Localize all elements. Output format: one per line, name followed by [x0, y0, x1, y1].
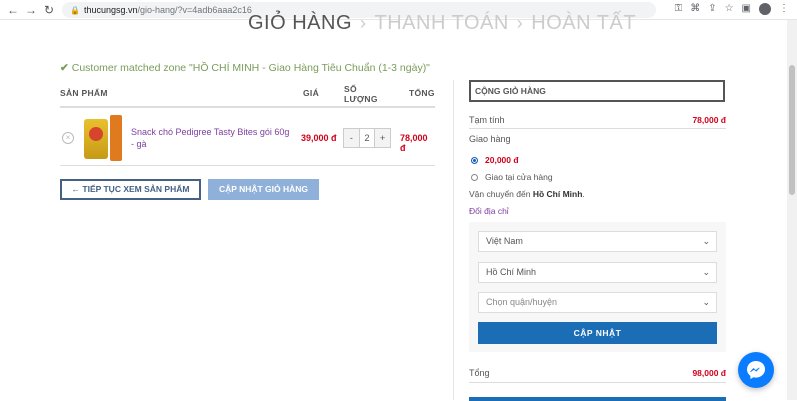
translate-icon[interactable]: ⌘	[690, 3, 700, 15]
notice-text: Customer matched zone "HỒ CHÍ MINH - Gia…	[71, 62, 430, 74]
qty-plus-button[interactable]: +	[375, 129, 391, 147]
chevron-down-icon: ⌄	[702, 236, 710, 246]
chevron-down-icon: ⌄	[702, 267, 710, 277]
divider	[469, 128, 726, 129]
chevron-down-icon: ⌄	[702, 297, 710, 307]
shipping-option-label: Giao tại cửa hàng	[485, 172, 553, 182]
checkout-steps: GIỎ HÀNG › THANH TOÁN › HOÀN TẤT	[248, 12, 636, 35]
update-shipping-button[interactable]: CẬP NHẬT	[478, 322, 717, 344]
order-total-value: 98,000 đ	[692, 368, 726, 378]
shipping-option-label: 20,000 đ	[485, 155, 519, 165]
shipping-option-standard[interactable]: 20,000 đ	[471, 155, 519, 165]
province-select[interactable]: Hồ Chí Minh ⌄	[478, 262, 717, 283]
province-value: Hồ Chí Minh	[486, 267, 537, 277]
step-cart[interactable]: GIỎ HÀNG	[248, 12, 352, 34]
shipping-label: Giao hàng	[469, 134, 511, 144]
district-select[interactable]: Chọn quận/huyện ⌄	[478, 292, 717, 313]
cart-totals-title: CỘNG GIỎ HÀNG	[469, 80, 725, 102]
back-icon[interactable]: ←	[4, 3, 22, 17]
subtotal-label: Tạm tính	[469, 115, 505, 125]
menu-icon[interactable]: ⋮	[779, 3, 789, 15]
header-price: GIÁ	[303, 88, 320, 98]
step-separator: ›	[516, 13, 524, 33]
header-qty-line1: SỐ	[344, 84, 357, 94]
url-path: /gio-hang/?v=4adb6aaa2c16	[137, 5, 252, 15]
page-scrollbar[interactable]	[787, 20, 797, 400]
profile-avatar[interactable]	[759, 3, 771, 15]
order-total-row: Tổng 98,000 đ	[469, 368, 726, 378]
remove-item-button[interactable]: ×	[62, 132, 74, 144]
header-total: TỔNG	[409, 88, 435, 98]
lock-icon: 🔒	[70, 5, 80, 15]
forward-icon[interactable]: →	[22, 3, 40, 17]
district-placeholder: Chọn quận/huyện	[486, 297, 558, 307]
step-checkout[interactable]: THANH TOÁN	[375, 12, 509, 34]
subtotal-row: Tạm tính 78,000 đ	[469, 115, 726, 125]
item-price: 39,000 đ	[301, 133, 337, 143]
country-value: Việt Nam	[486, 236, 523, 246]
star-icon[interactable]: ☆	[725, 3, 734, 15]
continue-shopping-button[interactable]: ← TIẾP TỤC XEM SẢN PHẨM	[60, 179, 201, 200]
sidebar-icon[interactable]: ▣	[742, 3, 751, 15]
column-divider	[453, 80, 454, 400]
qty-input[interactable]: 2	[358, 129, 376, 147]
radio-unselected[interactable]	[471, 174, 478, 181]
cart-table-header: SẢN PHẨM GIÁ SỐ LƯỢNG TỔNG	[60, 84, 435, 108]
ship-to-text: Vận chuyển đến Hồ Chí Minh.	[469, 189, 585, 199]
reload-icon[interactable]: ↻	[40, 3, 58, 17]
order-total-label: Tổng	[469, 368, 490, 378]
ship-to-prefix: Vận chuyển đến	[469, 189, 531, 199]
step-done: HOÀN TẤT	[531, 12, 637, 34]
country-select[interactable]: Việt Nam ⌄	[478, 231, 717, 252]
step-separator: ›	[360, 13, 367, 33]
quantity-stepper: - 2 +	[343, 128, 391, 148]
messenger-icon	[747, 361, 765, 379]
product-name-link[interactable]: Snack chó Pedigree Tasty Bites gói 60g -…	[131, 126, 291, 150]
ship-to-suffix: .	[582, 189, 585, 199]
radio-selected[interactable]	[471, 157, 478, 164]
product-thumbnail[interactable]	[84, 115, 124, 161]
header-qty-line2: LƯỢNG	[344, 94, 378, 104]
shipping-option-pickup[interactable]: Giao tại cửa hàng	[471, 172, 553, 182]
ship-to-city: Hồ Chí Minh	[532, 189, 583, 199]
share-icon[interactable]: ⇪	[708, 3, 716, 15]
checkout-button[interactable]	[469, 397, 726, 401]
qty-minus-button[interactable]: -	[344, 129, 359, 147]
key-icon[interactable]: ⚿	[675, 3, 683, 15]
update-cart-button[interactable]: CẬP NHẬT GIỎ HÀNG	[208, 179, 319, 200]
messenger-chat-button[interactable]	[738, 352, 774, 388]
check-icon: ✔	[60, 62, 69, 74]
header-product: SẢN PHẨM	[60, 88, 108, 98]
cart-item-row: × Snack chó Pedigree Tasty Bites gói 60g…	[60, 110, 435, 166]
divider	[469, 382, 726, 383]
subtotal-value: 78,000 đ	[692, 115, 726, 125]
zone-notice: ✔ Customer matched zone "HỒ CHÍ MINH - G…	[60, 62, 430, 74]
item-total: 78,000 đ	[400, 133, 428, 153]
change-address-link[interactable]: Đổi địa chỉ	[469, 206, 509, 216]
url-host: thucungsg.vn	[83, 5, 138, 15]
scrollbar-thumb[interactable]	[789, 65, 795, 195]
